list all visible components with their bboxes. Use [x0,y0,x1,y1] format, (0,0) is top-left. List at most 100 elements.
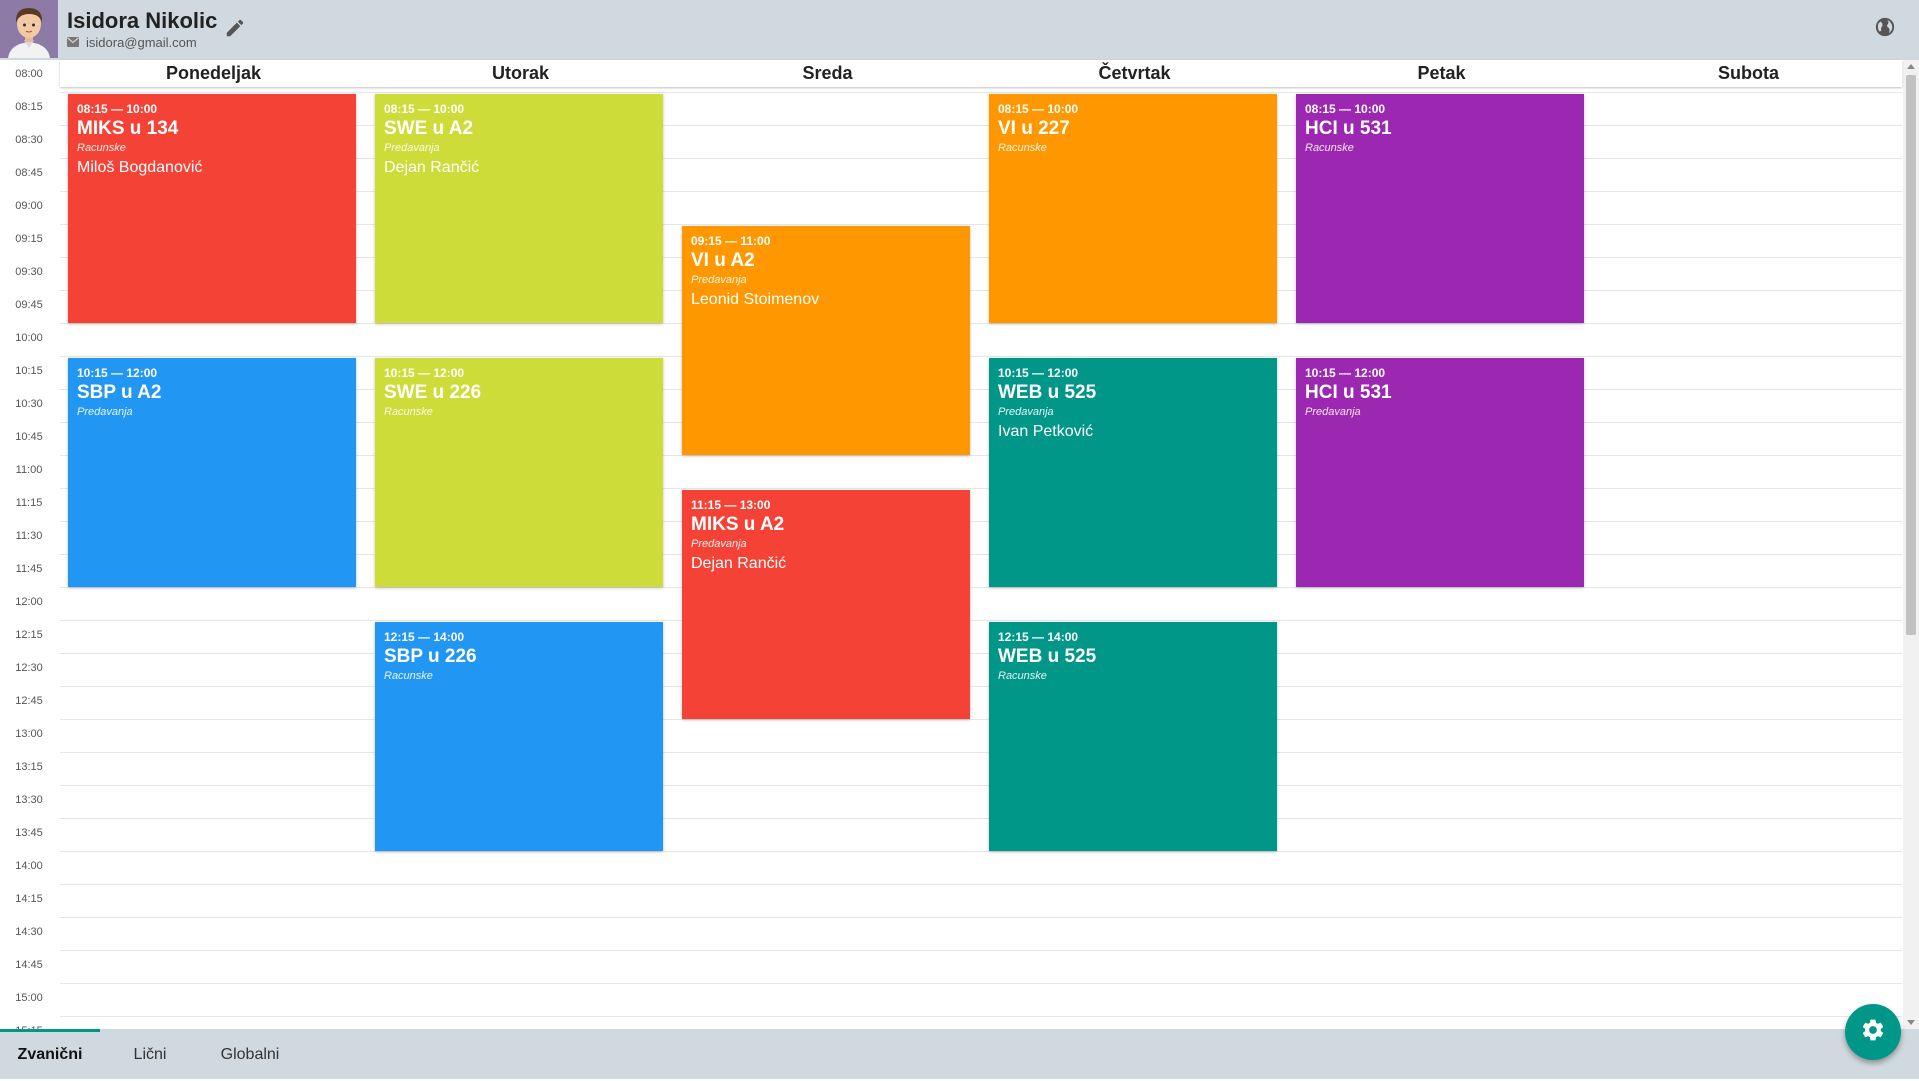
event-card[interactable]: 11:15 — 13:00 MIKS u A2 Predavanja Dejan Ra… [682,490,970,719]
event-title: SWE u 226 [384,382,482,403]
event-card[interactable]: 10:15 — 12:00 WEB u 525 Predavanja Ivan Pet… [989,358,1277,587]
pencil-icon[interactable] [224,17,246,39]
event-time: 10:15 — 12:00 [77,366,158,380]
event-title: MIKS u 134 [77,118,179,139]
event-teacher: Ivan Petković [998,423,1094,440]
event-time: 10:15 — 12:00 [998,366,1079,380]
tab-zvanicni[interactable]: Zvanični [0,1029,100,1079]
avatar-illustration [0,0,58,58]
event-title: SWE u A2 [384,118,474,139]
day-header-0: Ponedeljak [165,63,262,83]
grid-line [60,752,1902,753]
event-time: 08:15 — 10:00 [1305,102,1386,116]
grid-line [60,653,1902,654]
time-label: 14:00 [15,860,43,872]
event-title: SBP u 226 [384,646,477,667]
grid-line [60,818,1902,819]
event-card[interactable]: 08:15 — 10:00 SWE u A2 Predavanja Dejan Ran… [375,94,663,323]
grid-line [60,686,1902,687]
grid-line [60,785,1902,786]
event-card[interactable]: 10:15 — 12:00 SBP u A2 Predavanja [68,358,356,587]
event-time: 12:15 — 14:00 [998,630,1079,644]
grid-line [60,1016,1902,1017]
time-label: 10:00 [15,332,43,344]
time-label: 11:00 [15,464,43,476]
event-card[interactable]: 12:15 — 14:00 SBP u 226 Racunske [375,622,663,851]
event-teacher: Leonid Stoimenov [691,291,820,308]
time-label: 13:45 [15,827,43,839]
event-card[interactable]: 12:15 — 14:00 WEB u 525 Racunske [989,622,1277,851]
time-label: 14:45 [15,959,43,971]
tab-licni[interactable]: Lični [100,1029,200,1079]
time-label: 14:15 [15,893,43,905]
day-header-5: Subota [1718,63,1779,83]
event-title: HCI u 531 [1305,118,1392,139]
scroll-thumb[interactable] [1906,75,1916,635]
grid-line [60,950,1902,951]
time-label: 11:15 [15,497,43,509]
day-header-row: Ponedeljak Utorak Sreda Četvrtak Petak Subota [60,60,1902,87]
event-card[interactable]: 08:15 — 10:00 VI u 227 Racunske [989,94,1277,323]
time-label: 08:15 [15,101,43,113]
time-label: 12:45 [15,695,43,707]
time-label: 13:30 [15,794,43,806]
vertical-scrollbar[interactable] [1903,60,1919,1029]
tab-globalni[interactable]: Globalni [200,1029,300,1079]
event-type: Racunske [77,142,126,154]
grid-line [60,983,1902,984]
event-title: WEB u 525 [998,646,1097,667]
event-card[interactable]: 08:15 — 10:00 HCI u 531 Racunske [1296,94,1584,323]
grid-line [60,620,1902,621]
scroll-down-arrow[interactable] [1907,1020,1915,1025]
time-label: 08:45 [15,167,43,179]
time-label: 14:30 [15,926,43,938]
event-time: 08:15 — 10:00 [77,102,158,116]
event-title: HCI u 531 [1305,382,1392,403]
event-card[interactable]: 08:15 — 10:00 MIKS u 134 Racunske Miloš Bog… [68,94,356,323]
event-title: VI u A2 [691,250,755,271]
event-type: Racunske [998,670,1047,682]
time-label: 10:15 [15,365,43,377]
event-type: Predavanja [384,142,440,154]
user-email-row: isidora@gmail.com [67,35,197,50]
time-label: 15:00 [15,992,43,1004]
event-type: Predavanja [691,538,747,550]
event-time: 10:15 — 12:00 [384,366,465,380]
event-card[interactable]: 10:15 — 12:00 HCI u 531 Predavanja [1296,358,1584,587]
event-card[interactable]: 09:15 — 11:00 VI u A2 Predavanja Leonid Sto… [682,226,970,455]
user-avatar[interactable] [0,0,58,58]
day-header-3: Četvrtak [1098,63,1171,83]
event-time: 09:15 — 11:00 [691,234,771,248]
event-time: 12:15 — 14:00 [384,630,465,644]
event-type: Predavanja [77,406,133,418]
day-header-2: Sreda [802,63,853,83]
grid-line [60,323,1902,324]
time-label: 11:30 [15,530,43,542]
globe-icon[interactable] [1874,16,1896,38]
time-label: 13:00 [15,728,43,740]
time-label: 12:15 [15,629,43,641]
time-label: 12:30 [15,662,43,674]
time-label: 08:30 [15,134,43,146]
event-title: WEB u 525 [998,382,1097,403]
day-header-4: Petak [1417,63,1466,83]
header-bar: Isidora Nikolic isidora@gmail.com [0,0,1919,60]
scroll-up-arrow[interactable] [1907,64,1915,69]
time-label: 11:45 [15,563,43,575]
user-email: isidora@gmail.com [86,35,197,50]
grid-line [60,917,1902,918]
grid-line [60,884,1902,885]
time-label: 09:45 [15,299,43,311]
event-card[interactable]: 10:15 — 12:00 SWE u 226 Racunske [375,358,663,587]
time-label: 09:15 [15,233,43,245]
bottom-tab-bar: Zvanični Lični Globalni [0,1029,1919,1079]
grid-line [60,719,1902,720]
event-teacher: Dejan Rančić [691,555,787,572]
settings-fab-button[interactable] [1845,1004,1901,1060]
gear-icon [1860,1017,1886,1048]
event-time: 08:15 — 10:00 [384,102,465,116]
event-type: Predavanja [998,406,1054,418]
schedule-grid: 08:00 08:15 08:30 08:45 09:00 09:15 09:30 09:45… [0,60,1902,1029]
event-title: SBP u A2 [77,382,162,403]
event-type: Racunske [998,142,1047,154]
